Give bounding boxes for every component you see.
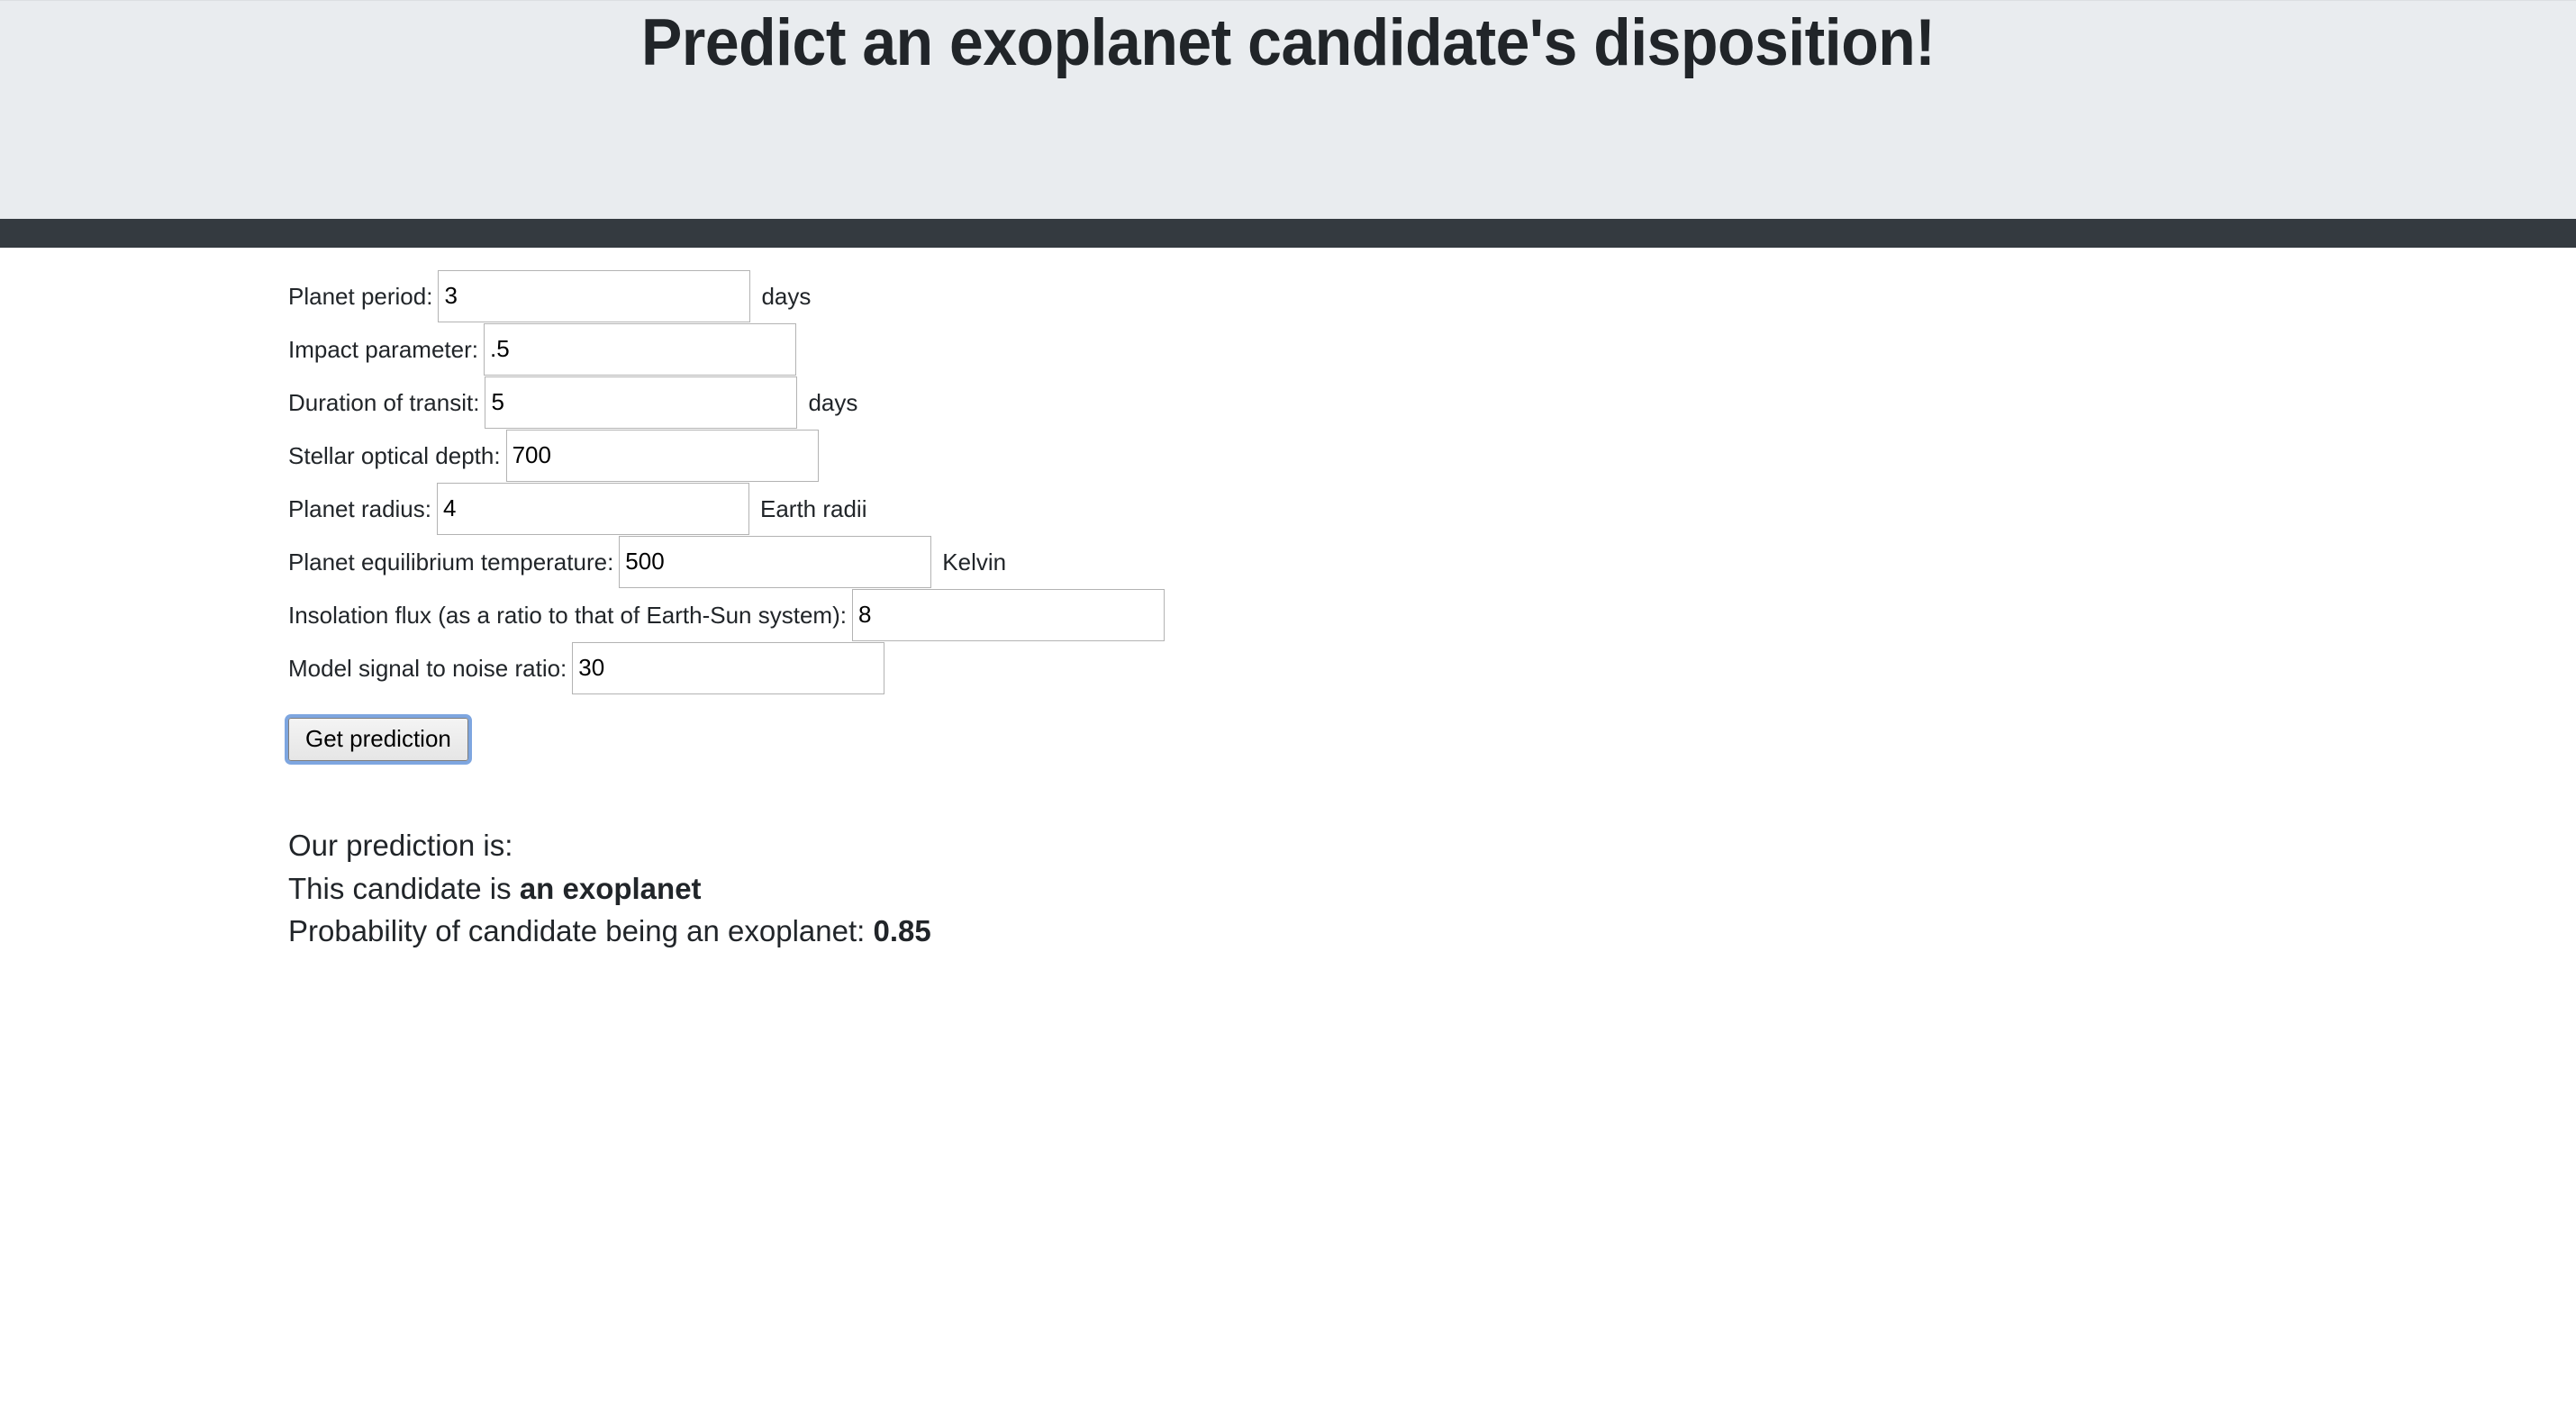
form-row-planet-period: Planet period: days [288,269,2576,322]
label-insolation-flux: Insolation flux (as a ratio to that of E… [288,601,847,629]
label-impact-parameter: Impact parameter: [288,335,478,363]
prediction-form: Planet period: days Impact parameter: Du… [288,269,2576,766]
result-verdict: This candidate is an exoplanet [288,871,2576,907]
result-probability-prefix: Probability of candidate being an exopla… [288,914,874,948]
label-planet-equilibrium-temperature: Planet equilibrium temperature: [288,548,614,576]
form-row-duration-of-transit: Duration of transit: days [288,376,2576,429]
unit-planet-equilibrium-temperature: Kelvin [942,548,1007,576]
result-heading: Our prediction is: [288,829,513,862]
main-content: Planet period: days Impact parameter: Du… [0,248,2576,949]
label-stellar-optical-depth: Stellar optical depth: [288,441,501,469]
unit-planet-period: days [761,282,812,310]
unit-planet-radius: Earth radii [759,494,867,522]
form-row-stellar-optical-depth: Stellar optical depth: [288,429,2576,482]
input-planet-equilibrium-temperature[interactable] [619,535,932,588]
submit-row: Get prediction [288,712,2576,766]
input-planet-radius[interactable] [436,482,749,535]
input-duration-of-transit[interactable] [485,376,798,429]
form-row-planet-equilibrium-temperature: Planet equilibrium temperature: Kelvin [288,535,2576,588]
form-row-planet-radius: Planet radius: Earth radii [288,482,2576,535]
unit-duration-of-transit: days [808,388,858,416]
input-insolation-flux[interactable] [851,588,1165,641]
result-verdict-value: an exoplanet [519,871,702,905]
input-stellar-optical-depth[interactable] [505,429,819,482]
result-probability: Probability of candidate being an exopla… [288,913,2576,949]
form-row-impact-parameter: Impact parameter: [288,322,2576,376]
label-planet-period: Planet period: [288,282,433,310]
form-row-model-signal-to-noise-ratio: Model signal to noise ratio: [288,641,2576,694]
page-header: Predict an exoplanet candidate's disposi… [0,0,2576,219]
input-planet-period[interactable] [438,269,751,322]
input-model-signal-to-noise-ratio[interactable] [572,641,885,694]
prediction-results: Our prediction is: This candidate is an … [288,828,2576,949]
page-title: Predict an exoplanet candidate's disposi… [640,6,1936,79]
form-row-insolation-flux: Insolation flux (as a ratio to that of E… [288,588,2576,641]
result-probability-value: 0.85 [873,914,931,948]
result-verdict-prefix: This candidate is [288,871,520,905]
label-duration-of-transit: Duration of transit: [288,388,480,416]
label-model-signal-to-noise-ratio: Model signal to noise ratio: [288,654,567,682]
input-impact-parameter[interactable] [483,322,796,376]
label-planet-radius: Planet radius: [288,494,431,522]
get-prediction-button[interactable]: Get prediction [288,718,468,761]
navbar-strip [0,219,2576,248]
